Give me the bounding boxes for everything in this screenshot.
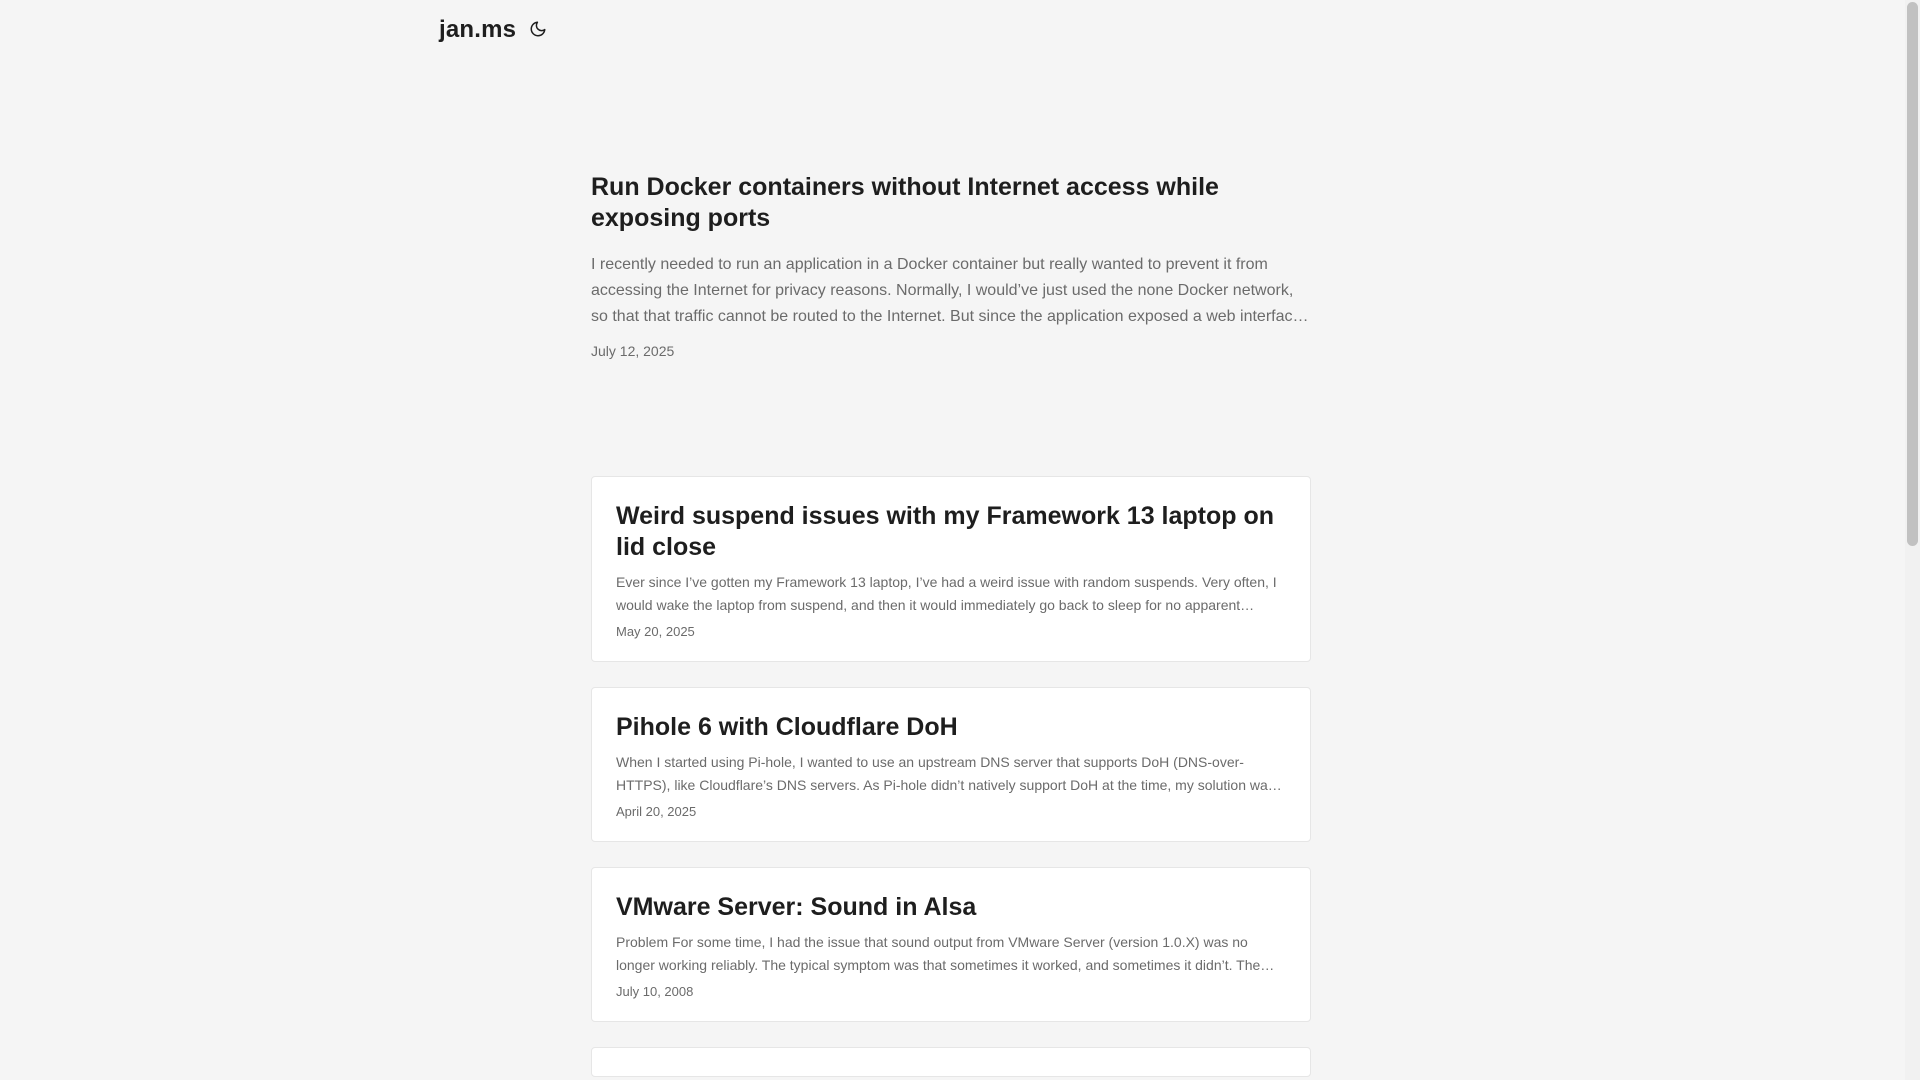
post-card[interactable]: VMware Server: Sound in Alsa Problem For… <box>591 867 1311 1022</box>
page: jan.ms Run Docker containers without Int… <box>0 0 1920 1080</box>
featured-post[interactable]: Run Docker containers without Internet a… <box>591 172 1311 359</box>
post-title[interactable]: VMware Server: Sound in Alsa <box>616 892 1286 923</box>
site-header: jan.ms <box>439 12 550 48</box>
moon-icon <box>529 20 547 41</box>
post-title[interactable]: Pihole 6 with Cloudflare DoH <box>616 712 1286 743</box>
scrollbar-thumb[interactable] <box>1907 2 1918 546</box>
post-card-partial[interactable] <box>591 1047 1311 1077</box>
post-date: May 20, 2025 <box>616 624 695 639</box>
post-excerpt: When I started using Pi-hole, I wanted t… <box>616 754 1275 793</box>
featured-post-title[interactable]: Run Docker containers without Internet a… <box>591 172 1311 234</box>
page-scrollbar[interactable] <box>1905 0 1920 1080</box>
post-excerpt: Ever since I’ve gotten my Framework 13 l… <box>616 574 1277 613</box>
featured-post-excerpt: I recently needed to run an application … <box>591 256 1302 325</box>
featured-post-date: July 12, 2025 <box>591 343 675 359</box>
theme-toggle-button[interactable] <box>526 18 550 42</box>
post-card[interactable]: Pihole 6 with Cloudflare DoH When I star… <box>591 687 1311 842</box>
site-logo[interactable]: jan.ms <box>439 16 516 44</box>
post-list: Weird suspend issues with my Framework 1… <box>591 476 1311 1080</box>
post-title[interactable]: Weird suspend issues with my Framework 1… <box>616 501 1286 563</box>
post-excerpt: Problem For some time, I had the issue t… <box>616 934 1261 973</box>
post-card[interactable]: Weird suspend issues with my Framework 1… <box>591 476 1311 662</box>
post-date: April 20, 2025 <box>616 804 697 819</box>
post-date: July 10, 2008 <box>616 984 694 999</box>
